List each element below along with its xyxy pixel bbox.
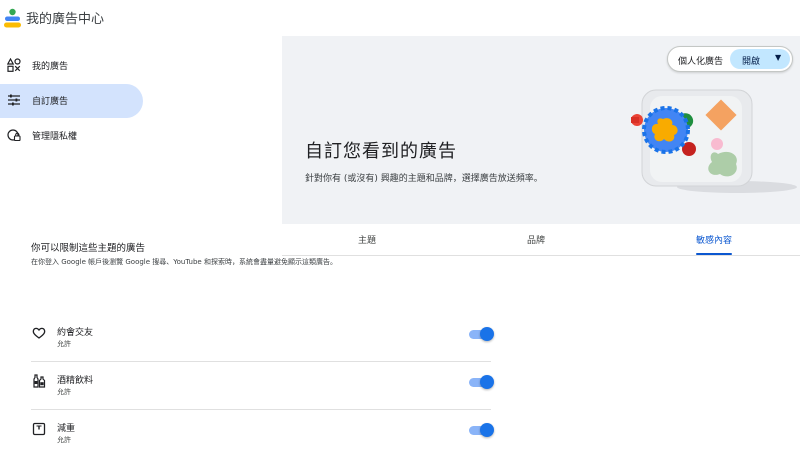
tab-brands[interactable]: 品牌 — [527, 233, 545, 246]
heart-icon — [32, 327, 46, 339]
tab-topics[interactable]: 主題 — [358, 233, 376, 246]
shapes-icon — [7, 58, 21, 72]
list-item: 酒精飲料 允許 — [31, 362, 494, 410]
topic-toggle-switch[interactable] — [469, 375, 494, 389]
switch-knob — [480, 423, 494, 437]
switch-knob — [480, 327, 494, 341]
topic-status: 允許 — [57, 388, 71, 396]
personalized-ads-label: 個人化廣告 — [678, 57, 724, 67]
personalized-ads-control: 個人化廣告 開啟 ▼ — [667, 46, 793, 72]
sidebar-item-label: 管理隱私權 — [32, 132, 78, 142]
topic-title: 酒精飲料 — [57, 376, 94, 386]
dropdown-arrow-icon: ▼ — [775, 53, 782, 62]
bottles-icon — [33, 374, 46, 388]
sidebar-item-label: 自訂廣告 — [32, 97, 69, 107]
sidebar-item-customize-ads[interactable]: 自訂廣告 — [0, 84, 143, 118]
ads-center-logo-icon — [4, 8, 21, 28]
list-item: 約會交友 允許 — [31, 314, 494, 362]
sidebar-item-my-ads[interactable]: 我的廣告 — [0, 49, 143, 83]
personalized-ads-value: 開啟 — [742, 57, 761, 67]
tab-sensitive-content[interactable]: 敏感內容 — [696, 233, 732, 246]
privacy-icon — [7, 129, 21, 142]
scale-icon — [32, 422, 46, 436]
topic-status: 允許 — [57, 436, 71, 444]
topic-toggle-switch[interactable] — [469, 327, 494, 341]
topic-title: 約會交友 — [57, 328, 94, 338]
switch-knob — [480, 375, 494, 389]
topic-status: 允許 — [57, 340, 71, 348]
app-title: 我的廣告中心 — [26, 12, 105, 27]
topic-title: 減重 — [57, 424, 76, 434]
section-description: 在你登入 Google 帳戶後瀏覽 Google 搜尋、YouTube 和探索時… — [31, 258, 337, 266]
active-tab-indicator — [696, 253, 732, 255]
page-title: 自訂您看到的廣告 — [305, 141, 457, 162]
hero-banner: 個人化廣告 開啟 ▼ 自訂您看到的廣告 針對你有 (或沒有) 興趣的主題和品牌，… — [282, 36, 800, 224]
list-item: 減重 允許 — [31, 410, 494, 458]
tab-bar: 主題 品牌 敏感內容 — [282, 224, 800, 256]
section-title: 你可以限制這些主題的廣告 — [31, 243, 146, 254]
topic-toggle-switch[interactable] — [469, 423, 494, 437]
top-app-bar: 我的廣告中心 — [0, 0, 800, 36]
tune-icon — [8, 94, 20, 106]
sidebar-item-label: 我的廣告 — [32, 62, 69, 72]
sidebar-item-manage-privacy[interactable]: 管理隱私權 — [0, 119, 143, 153]
toy-cube-illustration — [631, 89, 797, 193]
personalized-ads-dropdown[interactable]: 開啟 ▼ — [730, 49, 790, 69]
page-subtitle: 針對你有 (或沒有) 興趣的主題和品牌，選擇廣告放送頻率。 — [305, 174, 543, 184]
